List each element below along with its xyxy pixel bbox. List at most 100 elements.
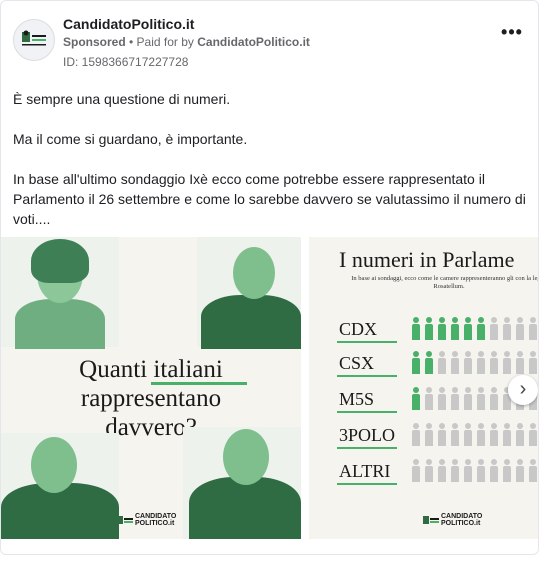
more-horizontal-icon: ••• [501, 22, 523, 42]
party-underline [337, 447, 397, 449]
party-row: M5S [309, 387, 538, 413]
candidato-politico-logo-icon [22, 30, 46, 46]
party-underline [337, 411, 397, 413]
seat-person-icon [489, 317, 499, 341]
party-label: M5S [339, 389, 375, 409]
seat-person-icon [450, 387, 460, 411]
party-row: CDX [309, 317, 538, 343]
seat-person-icon [463, 459, 473, 483]
seat-person-icon [437, 351, 447, 375]
media-carousel[interactable]: Quanti italiani rappresentano davvero? C… [1, 237, 539, 539]
seat-person-icon [437, 317, 447, 341]
seat-person-icon [463, 317, 473, 341]
paid-for-prefix: • Paid for by [125, 35, 198, 49]
seat-person-icon [528, 317, 538, 341]
brand-logo-line1: CANDIDATO [441, 513, 483, 520]
brand-logo-icon [117, 515, 133, 524]
seat-person-icon [437, 387, 447, 411]
seat-person-icon [411, 351, 421, 375]
party-row: 3POLO [309, 423, 538, 449]
seat-person-icon [450, 423, 460, 447]
post-paragraph: È sempre una questione di numeri. [13, 91, 231, 107]
seat-person-icon [528, 423, 538, 447]
seat-person-icon [450, 351, 460, 375]
ad-id: ID: 1598366717227728 [63, 55, 189, 69]
seat-person-icon [489, 387, 499, 411]
seat-person-icon [424, 351, 434, 375]
seat-person-icon [411, 423, 421, 447]
politician-portrait [1, 237, 119, 349]
brand-logo-line2: POLITICO.it [135, 520, 175, 527]
seat-person-icon [411, 317, 421, 341]
sponsored-line: Sponsored • Paid for by CandidatoPolitic… [63, 35, 310, 49]
party-underline [337, 341, 397, 343]
seat-person-icon [528, 351, 538, 375]
brand-logo-line2: POLITICO.it [441, 520, 481, 527]
seat-person-icon [528, 459, 538, 483]
ad-header: CandidatoPolitico.it Sponsored • Paid fo… [13, 13, 528, 73]
seat-person-icon [489, 423, 499, 447]
party-row: CSX [309, 351, 538, 377]
seat-person-icon [424, 387, 434, 411]
carousel-slide-2[interactable]: I numeri in Parlame In base ai sondaggi,… [309, 237, 539, 539]
seat-person-icon [463, 423, 473, 447]
party-label: ALTRI [339, 461, 391, 481]
seat-icons [411, 351, 538, 377]
party-label: 3POLO [339, 425, 396, 445]
ad-card: CandidatoPolitico.it Sponsored • Paid fo… [0, 0, 539, 555]
seat-person-icon [437, 423, 447, 447]
seat-person-icon [515, 423, 525, 447]
brand-logo-icon [423, 515, 439, 524]
party-label: CSX [339, 353, 375, 373]
politician-portrait [197, 237, 301, 349]
seat-person-icon [450, 459, 460, 483]
seat-person-icon [489, 351, 499, 375]
seat-person-icon [476, 423, 486, 447]
seat-person-icon [437, 459, 447, 483]
chevron-right-icon: › [519, 378, 527, 400]
seat-icons [411, 423, 538, 449]
headline-line: Quanti italiani [79, 356, 223, 383]
seat-person-icon [489, 459, 499, 483]
party-row: ALTRI [309, 459, 538, 485]
paid-for-by-link[interactable]: CandidatoPolitico.it [197, 35, 310, 49]
politician-portrait [183, 427, 301, 539]
seat-person-icon [411, 387, 421, 411]
seat-person-icon [515, 459, 525, 483]
post-body: È sempre una questione di numeri. Ma il … [13, 89, 528, 229]
seat-person-icon [502, 351, 512, 375]
brand-logo-line1: CANDIDATO [135, 513, 177, 520]
seat-person-icon [515, 317, 525, 341]
brand-logo: CANDIDATO POLITICO.it [423, 513, 482, 527]
seat-person-icon [424, 423, 434, 447]
seat-icons [411, 459, 538, 485]
brand-logo: CANDIDATO POLITICO.it [117, 513, 176, 527]
seat-person-icon [463, 387, 473, 411]
carousel-next-button[interactable]: › [508, 375, 538, 405]
page-name-link[interactable]: CandidatoPolitico.it [63, 16, 194, 32]
seat-person-icon [476, 459, 486, 483]
party-underline [337, 375, 397, 377]
more-options-button[interactable]: ••• [498, 23, 526, 45]
page-avatar[interactable] [13, 19, 55, 61]
seat-person-icon [476, 351, 486, 375]
seat-person-icon [502, 317, 512, 341]
seat-icons [411, 317, 538, 343]
seat-person-icon [515, 351, 525, 375]
party-label: CDX [339, 319, 378, 339]
slide-subtitle: In base ai sondaggi, ecco come le camere… [351, 275, 539, 290]
seat-person-icon [450, 317, 460, 341]
carousel-slide-1[interactable]: Quanti italiani rappresentano davvero? C… [1, 237, 301, 539]
politician-portrait [1, 433, 119, 539]
seat-person-icon [476, 387, 486, 411]
party-underline [337, 483, 397, 485]
headline-line: rappresentano [80, 385, 222, 412]
headline-underline [151, 382, 247, 385]
seat-person-icon [424, 317, 434, 341]
post-paragraph: Ma il come si guardano, è importante. [13, 131, 248, 147]
seat-person-icon [502, 459, 512, 483]
seat-person-icon [476, 317, 486, 341]
seat-person-icon [424, 459, 434, 483]
seat-person-icon [502, 423, 512, 447]
sponsored-label: Sponsored [63, 35, 126, 49]
